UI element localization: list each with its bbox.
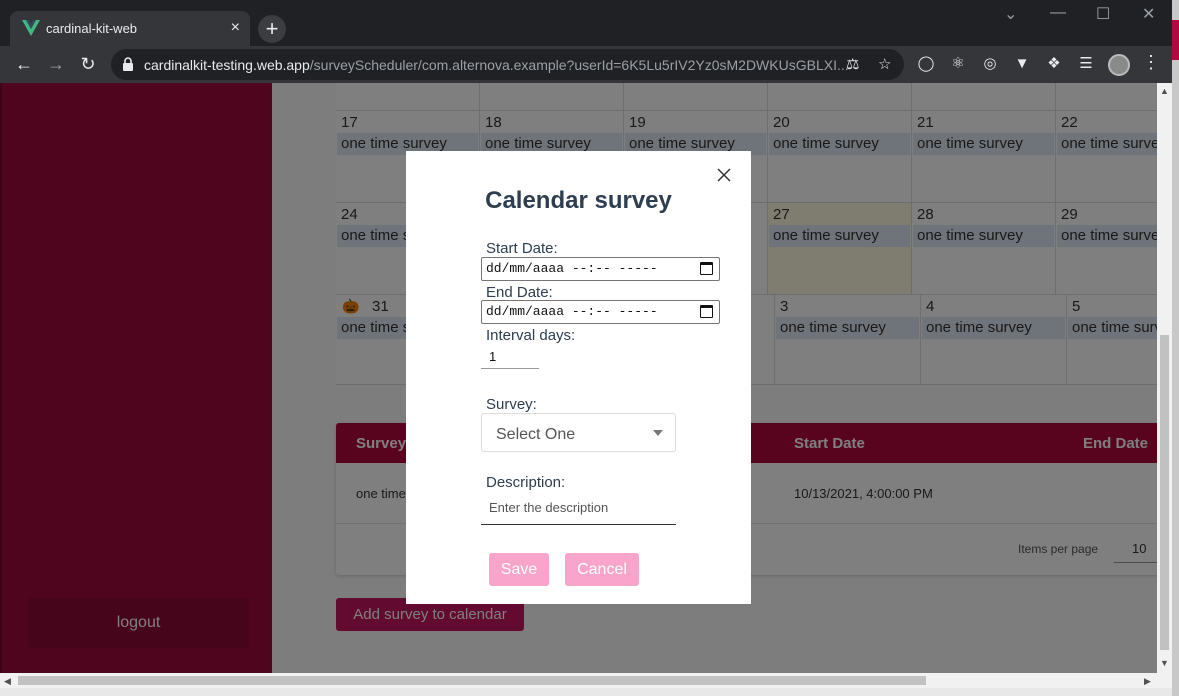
maximize-icon[interactable]: ☐: [1096, 4, 1110, 24]
tab-title: cardinal-kit-web: [46, 21, 138, 36]
vue-devtools-icon[interactable]: ▼: [1012, 54, 1032, 74]
profile-avatar[interactable]: [1108, 54, 1130, 76]
survey-select[interactable]: Select One: [481, 413, 676, 452]
url-text: cardinalkit-testing.web.app/surveySchedu…: [144, 57, 849, 73]
reload-icon[interactable]: ↻: [77, 53, 99, 75]
url-path: /surveyScheduler/com.alternova.example?u…: [309, 57, 849, 73]
start-date-label: Start Date:: [486, 240, 558, 257]
cancel-button[interactable]: Cancel: [565, 553, 639, 586]
media-queue-icon[interactable]: ☰: [1076, 54, 1096, 74]
target-extension-icon[interactable]: ◎: [980, 54, 1000, 74]
horizontal-scrollbar[interactable]: ◀ ▶: [0, 673, 1172, 688]
close-icon[interactable]: [717, 168, 731, 182]
end-date-input[interactable]: dd/mm/aaaa --:-- -----: [481, 300, 720, 324]
window-bottom-edge: [0, 688, 1179, 696]
save-button[interactable]: Save: [489, 553, 549, 586]
forward-icon[interactable]: →: [45, 53, 67, 75]
calendar-icon[interactable]: [700, 262, 713, 275]
scroll-up-icon[interactable]: ▲: [1160, 86, 1169, 96]
close-tab-icon[interactable]: ×: [231, 18, 240, 38]
calendar-icon[interactable]: [700, 305, 713, 318]
description-input[interactable]: Enter the description: [481, 497, 676, 525]
window-right-edge: [1172, 0, 1179, 696]
browser-menu-icon[interactable]: ⋮: [1142, 52, 1160, 73]
vertical-scrollbar[interactable]: ▲ ▼: [1157, 83, 1172, 673]
end-date-label: End Date:: [486, 284, 553, 301]
end-date-value: dd/mm/aaaa --:-- -----: [486, 304, 658, 319]
background-window-accent: [1172, 20, 1179, 60]
translate-icon[interactable]: ⚖: [846, 55, 859, 73]
new-tab-button[interactable]: +: [258, 15, 286, 43]
interval-days-label: Interval days:: [486, 327, 576, 344]
lock-icon: [123, 57, 133, 71]
interval-days-input[interactable]: 1: [481, 343, 539, 369]
url-host: cardinalkit-testing.web.app: [144, 57, 310, 73]
browser-tab-bar: cardinal-kit-web × + ⌄ — ☐ ✕: [0, 0, 1179, 46]
survey-label: Survey:: [486, 396, 537, 413]
browser-toolbar: ← → ↻ cardinalkit-testing.web.app/survey…: [0, 46, 1179, 83]
vue-logo-icon: [22, 20, 40, 36]
scroll-right-icon[interactable]: ▶: [1144, 676, 1151, 687]
start-date-input[interactable]: dd/mm/aaaa --:-- -----: [481, 257, 720, 281]
bookmark-star-icon[interactable]: ☆: [878, 55, 891, 73]
modal-title: Calendar survey: [485, 187, 672, 214]
extension-c-icon[interactable]: ◯: [916, 54, 936, 74]
chevron-down-icon: [653, 430, 663, 436]
survey-select-value: Select One: [496, 426, 576, 443]
start-date-value: dd/mm/aaaa --:-- -----: [486, 261, 658, 276]
vertical-scroll-thumb[interactable]: [1160, 335, 1169, 650]
extensions-puzzle-icon[interactable]: ❖: [1044, 54, 1064, 74]
address-bar[interactable]: cardinalkit-testing.web.app/surveySchedu…: [111, 49, 904, 80]
close-window-icon[interactable]: ✕: [1142, 4, 1155, 24]
react-devtools-icon[interactable]: ⚛: [948, 54, 968, 74]
back-icon[interactable]: ←: [13, 53, 35, 75]
calendar-survey-modal: Calendar survey Start Date: dd/mm/aaaa -…: [406, 151, 751, 604]
tab-search-icon[interactable]: ⌄: [1004, 4, 1017, 24]
scroll-left-icon[interactable]: ◀: [4, 676, 11, 687]
minimize-icon[interactable]: —: [1050, 4, 1066, 22]
scroll-down-icon[interactable]: ▼: [1160, 658, 1169, 668]
description-label: Description:: [486, 474, 566, 491]
horizontal-scroll-thumb[interactable]: [18, 676, 926, 685]
browser-tab[interactable]: cardinal-kit-web ×: [10, 11, 250, 46]
